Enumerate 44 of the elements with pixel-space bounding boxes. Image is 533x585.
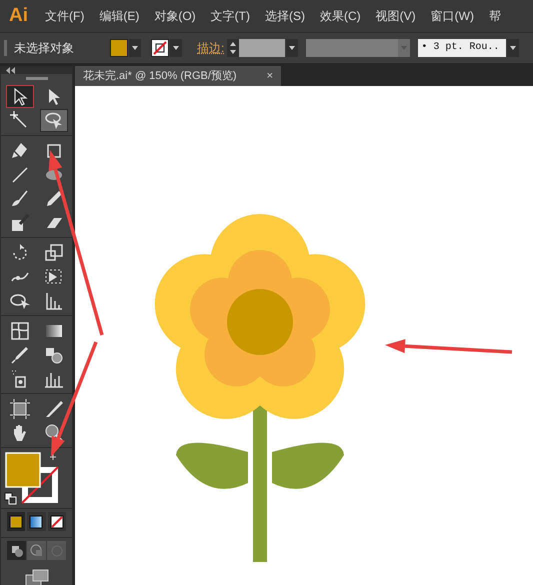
menu-item[interactable]: 视图(V) — [376, 7, 416, 25]
screen-mode-button[interactable] — [24, 569, 48, 585]
grip-icon — [4, 40, 7, 56]
document-title: 花未完.ai* @ 150% (RGB/预览) — [83, 68, 237, 84]
stroke-color-button[interactable] — [151, 39, 182, 57]
color-mode-button[interactable] — [7, 512, 26, 531]
menu-item[interactable]: 文字(T) — [210, 7, 250, 25]
tool-button[interactable] — [6, 85, 34, 108]
gradient-swatch-icon — [27, 512, 46, 530]
selection-status: 未选择对象 — [14, 40, 75, 57]
menu-item[interactable]: 帮 — [488, 7, 501, 25]
document-tab[interactable]: 花未完.ai* @ 150% (RGB/预览) × — [75, 66, 281, 86]
caret-icon — [507, 39, 520, 57]
collapse-icon — [5, 67, 15, 74]
fill-swatch-icon — [110, 39, 128, 57]
caret-icon — [398, 39, 410, 57]
brush-definition-field[interactable]: • 3 pt. Rou.. — [418, 39, 506, 57]
mesh-icon — [9, 320, 31, 342]
menu-item[interactable]: 文件(F) — [45, 7, 84, 25]
grip-icon — [26, 76, 48, 80]
color-mode-button[interactable] — [27, 512, 46, 531]
stroke-label: 描边: — [197, 40, 224, 57]
no-stroke-icon — [151, 39, 169, 57]
color-mode-button[interactable] — [48, 512, 66, 531]
menu-item[interactable]: 对象(O) — [154, 7, 196, 25]
caret-icon — [286, 39, 298, 57]
artboard-icon — [9, 398, 31, 420]
caret-icon — [170, 39, 182, 57]
tab-close-button[interactable]: × — [266, 68, 273, 84]
scale-icon — [43, 242, 65, 264]
menu-item[interactable]: 选择(S) — [264, 7, 305, 25]
screen-mode-icon — [24, 569, 48, 585]
color-swatch-icon — [7, 512, 26, 530]
tool-button[interactable] — [40, 109, 68, 132]
app-logo: Ai — [9, 4, 28, 28]
menu-item[interactable]: 效果(C) — [320, 7, 361, 25]
draw-mode-button[interactable] — [7, 541, 26, 560]
menu-item[interactable]: 窗口(W) — [430, 7, 474, 25]
spinner-icon — [227, 39, 240, 57]
menu-item[interactable]: 编辑(E) — [99, 7, 140, 25]
none-swatch-icon — [48, 512, 66, 530]
caret-icon — [129, 39, 141, 57]
fill-color-button[interactable] — [110, 39, 141, 57]
stroke-weight-field[interactable] — [227, 39, 298, 57]
